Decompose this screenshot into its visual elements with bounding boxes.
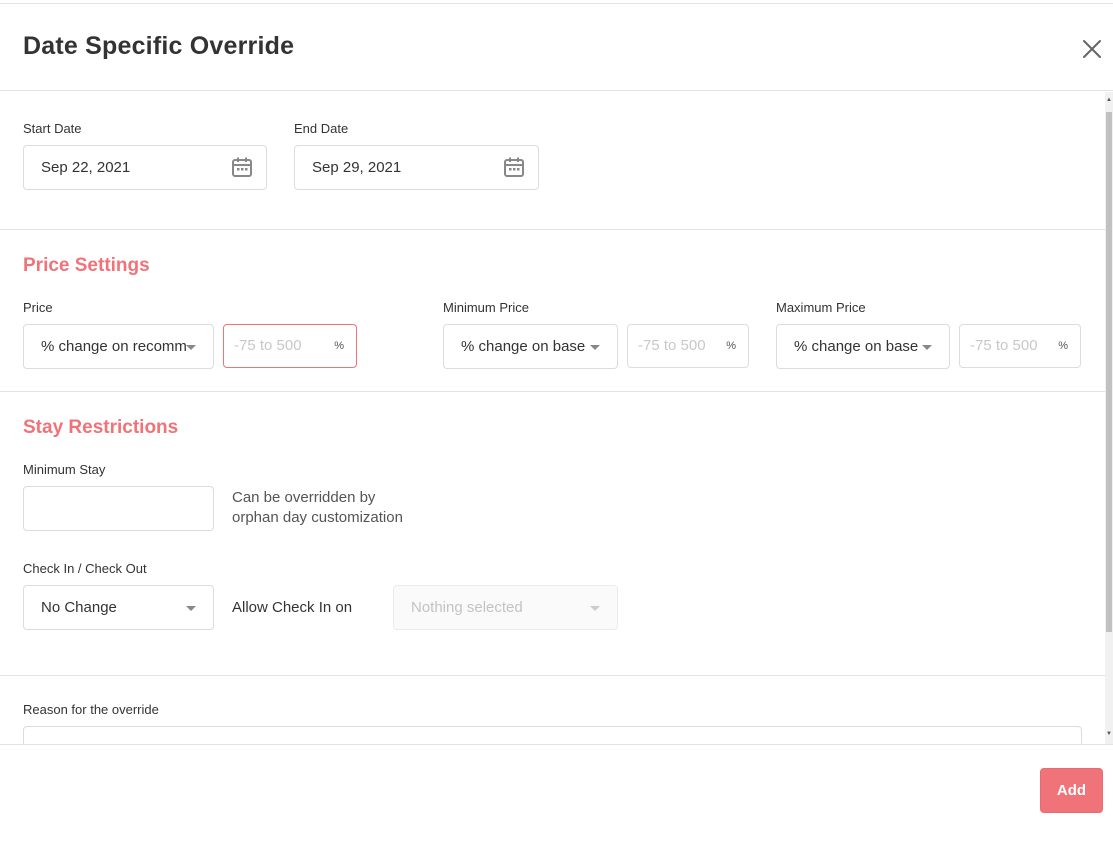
- min-price-percent-input[interactable]: -75 to 500 %: [627, 324, 749, 368]
- end-date-field[interactable]: Sep 29, 2021: [294, 145, 539, 190]
- price-label: Price: [23, 300, 53, 315]
- chevron-down-icon: [186, 606, 196, 611]
- min-price-label: Minimum Price: [443, 300, 529, 315]
- modal-scrollbar[interactable]: ▲ ▼: [1105, 92, 1113, 744]
- close-icon[interactable]: [1080, 37, 1104, 61]
- start-date-value: Sep 22, 2021: [41, 159, 131, 176]
- divider: [0, 391, 1105, 392]
- min-stay-input[interactable]: [23, 486, 214, 531]
- end-date-value: Sep 29, 2021: [312, 159, 402, 176]
- max-price-percent-placeholder: -75 to 500: [970, 337, 1038, 354]
- min-stay-hint-line: orphan day customization: [232, 509, 403, 526]
- divider: [0, 229, 1105, 230]
- modal-header: Date Specific Override: [0, 4, 1113, 91]
- allow-checkin-select[interactable]: Nothing selected: [393, 585, 618, 630]
- min-stay-hint-line: Can be overridden by: [232, 489, 376, 506]
- scroll-up-icon[interactable]: ▲: [1106, 96, 1112, 104]
- scrollbar-thumb[interactable]: [1106, 112, 1112, 632]
- price-percent-input[interactable]: -75 to 500 %: [223, 324, 357, 368]
- price-mode-select[interactable]: % change on recommended: [23, 324, 214, 369]
- calendar-icon[interactable]: [503, 156, 525, 178]
- checkin-checkout-value: No Change: [41, 599, 117, 616]
- min-stay-hint: Can be overridden by orphan day customiz…: [232, 488, 403, 528]
- max-price-label: Maximum Price: [776, 300, 866, 315]
- chevron-down-icon: [590, 345, 600, 350]
- checkin-checkout-select[interactable]: No Change: [23, 585, 214, 630]
- min-price-percent-placeholder: -75 to 500: [638, 337, 706, 354]
- add-button[interactable]: Add: [1040, 768, 1103, 813]
- min-price-mode-value: % change on base: [461, 338, 586, 355]
- start-date-label: Start Date: [23, 121, 82, 136]
- start-date-field[interactable]: Sep 22, 2021: [23, 145, 267, 190]
- modal-footer: Add: [0, 744, 1113, 835]
- price-settings-title: Price Settings: [23, 255, 150, 276]
- calendar-icon[interactable]: [231, 156, 253, 178]
- divider: [0, 675, 1105, 676]
- scroll-down-icon[interactable]: ▼: [1106, 730, 1112, 738]
- price-mode-value: % change on recommended: [41, 338, 186, 355]
- modal-body: Start Date Sep 22, 2021 End Date Sep 29,…: [0, 92, 1105, 744]
- max-price-mode-select[interactable]: % change on base: [776, 324, 950, 369]
- chevron-down-icon: [186, 345, 196, 350]
- modal-title: Date Specific Override: [23, 32, 295, 60]
- chevron-down-icon: [922, 345, 932, 350]
- reason-textarea[interactable]: [23, 726, 1082, 744]
- reason-label: Reason for the override: [23, 702, 159, 717]
- min-price-mode-select[interactable]: % change on base: [443, 324, 618, 369]
- min-stay-label: Minimum Stay: [23, 462, 106, 477]
- percent-unit: %: [726, 340, 736, 352]
- max-price-mode-value: % change on base: [794, 338, 919, 355]
- allow-checkin-label: Allow Check In on: [232, 599, 353, 616]
- stay-restrictions-title: Stay Restrictions: [23, 417, 179, 438]
- max-price-percent-input[interactable]: -75 to 500 %: [959, 324, 1081, 368]
- percent-unit: %: [1058, 340, 1068, 352]
- chevron-down-icon: [590, 606, 600, 611]
- percent-unit: %: [334, 340, 344, 352]
- checkin-checkout-label: Check In / Check Out: [23, 561, 147, 576]
- date-override-modal: Date Specific Override Start Date Sep 22…: [0, 3, 1113, 835]
- price-percent-placeholder: -75 to 500: [234, 337, 302, 354]
- end-date-label: End Date: [294, 121, 349, 136]
- allow-checkin-value: Nothing selected: [411, 599, 523, 616]
